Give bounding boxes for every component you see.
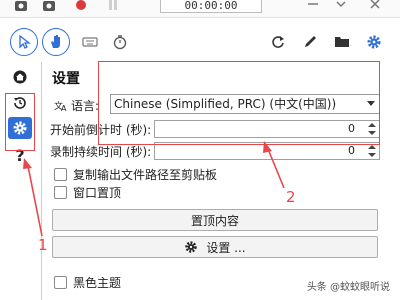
record-icon[interactable] (74, 0, 88, 14)
page-title: 设置 (52, 71, 80, 87)
annotation-label-2: 2 (286, 188, 296, 206)
toolbar (0, 22, 400, 62)
home-icon (13, 70, 27, 84)
dropdown-icon[interactable] (334, 0, 348, 14)
always-on-top-option[interactable]: 窗口置顶 (54, 184, 121, 200)
always-on-top-checkbox[interactable] (54, 185, 67, 199)
watermark: 头条 @蚊蚊眼听说 (306, 282, 390, 293)
gear-icon (367, 35, 381, 49)
recording-timer: 00:00:00 (160, 0, 262, 13)
language-label-group: 文 A 语言: (54, 97, 99, 114)
dark-theme-checkbox[interactable] (54, 275, 67, 289)
duration-label: 录制持续时间 (秒): (50, 145, 152, 159)
camera-icon[interactable] (14, 0, 28, 14)
refresh-button[interactable] (268, 32, 288, 52)
duration-spinner[interactable] (368, 145, 376, 157)
close-icon[interactable] (368, 0, 382, 14)
settings-more-button[interactable]: 设置 ... (52, 236, 378, 258)
pen-icon (305, 36, 316, 47)
pause-icon[interactable] (106, 0, 120, 14)
folder-button[interactable] (332, 32, 352, 52)
annotation-box-nav (5, 93, 35, 151)
minimize-icon[interactable] (306, 0, 320, 14)
cursor-mode-button[interactable] (10, 28, 38, 56)
settings-more-label: 设置 ... (206, 240, 246, 255)
language-label: 语言: (71, 99, 100, 113)
copy-path-label: 复制输出文件路径至剪贴板 (73, 167, 218, 182)
hand-icon (51, 35, 60, 48)
translate-icon: 文 A (54, 100, 67, 112)
dark-theme-label: 黑色主题 (73, 275, 122, 290)
always-on-top-label: 窗口置顶 (73, 185, 122, 200)
refresh-icon (272, 36, 284, 48)
dark-theme-option[interactable]: 黑色主题 (54, 274, 121, 290)
nav-home[interactable] (8, 66, 32, 88)
title-bar: 00:00:00 (0, 0, 400, 18)
annotation-label-1: 1 (38, 236, 48, 254)
folder-icon (335, 37, 349, 47)
duration-value: 0 (348, 144, 355, 157)
pin-content-button[interactable]: 置顶内容 (52, 209, 378, 231)
gear-icon (185, 241, 198, 253)
pen-button[interactable] (300, 32, 320, 52)
settings-button[interactable] (364, 32, 384, 52)
screenshot-icon[interactable] (42, 0, 56, 14)
pin-content-label: 置顶内容 (190, 213, 239, 228)
annotation-box-language (98, 61, 380, 145)
copy-path-checkbox[interactable] (54, 167, 67, 181)
hand-mode-button[interactable] (42, 28, 70, 56)
stopwatch-icon (113, 35, 127, 50)
svg-text:A: A (61, 104, 67, 112)
cursor-icon (19, 35, 31, 49)
timer-button[interactable] (110, 32, 130, 52)
copy-path-option[interactable]: 复制输出文件路径至剪贴板 (54, 166, 217, 182)
keyboard-icon (82, 37, 98, 47)
keyboard-button[interactable] (80, 32, 100, 52)
